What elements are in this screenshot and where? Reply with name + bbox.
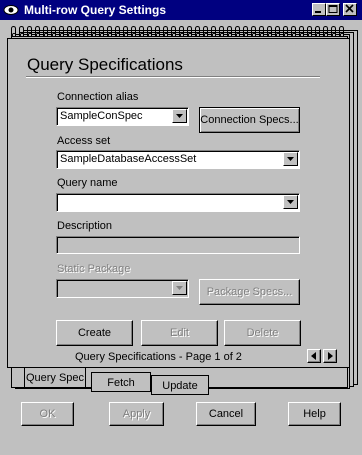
- connection-alias-label: Connection alias: [57, 91, 139, 103]
- access-set-value: SampleDatabaseAccessSet: [60, 153, 197, 165]
- window-title: Multi-row Query Settings: [24, 3, 167, 17]
- spiral-hole: [76, 33, 80, 37]
- connection-alias-dropdown[interactable]: SampleConSpec: [56, 107, 189, 126]
- arrow-right-icon: [328, 352, 333, 360]
- spiral-hole: [68, 33, 72, 37]
- spiral-hole: [124, 33, 128, 37]
- spiral-hole: [236, 33, 240, 37]
- spiral-hole: [292, 33, 296, 37]
- spiral-hole: [100, 33, 104, 37]
- static-package-dropdown: [56, 279, 189, 298]
- spiral-hole: [140, 33, 144, 37]
- close-button[interactable]: [343, 3, 357, 16]
- spiral-hole: [188, 33, 192, 37]
- page-indicator: Query Specifications - Page 1 of 2: [75, 351, 242, 363]
- create-button[interactable]: Create: [56, 320, 133, 346]
- connection-specs-button[interactable]: Connection Specs...: [199, 107, 300, 133]
- query-name-label: Query name: [57, 177, 118, 189]
- spiral-hole: [92, 33, 96, 37]
- spiral-hole: [156, 33, 160, 37]
- spiral-hole: [300, 33, 304, 37]
- spiral-hole: [164, 33, 168, 37]
- spiral-hole: [60, 33, 64, 37]
- heading-divider: [26, 76, 320, 78]
- apply-button: Apply: [109, 402, 164, 426]
- access-set-label: Access set: [57, 135, 111, 147]
- spiral-hole: [220, 33, 224, 37]
- spiral-hole: [52, 33, 56, 37]
- description-field: [56, 236, 300, 254]
- spiral-hole: [204, 33, 208, 37]
- tab-query-spec[interactable]: Query Spec: [24, 368, 86, 388]
- edit-button: Edit: [141, 320, 218, 346]
- chevron-down-icon[interactable]: [283, 195, 298, 209]
- spiral-hole: [172, 33, 176, 37]
- app-eye-icon[interactable]: [3, 2, 19, 18]
- spiral-hole: [20, 33, 24, 37]
- spiral-binding: [7, 26, 350, 40]
- access-set-dropdown[interactable]: SampleDatabaseAccessSet: [56, 150, 300, 169]
- spiral-hole: [148, 33, 152, 37]
- description-label: Description: [57, 220, 113, 232]
- title-bar: Multi-row Query Settings: [0, 0, 362, 20]
- minimize-button[interactable]: [312, 3, 326, 16]
- spiral-hole: [132, 33, 136, 37]
- previous-page-button[interactable]: [307, 349, 321, 363]
- spiral-hole: [308, 33, 312, 37]
- spiral-hole: [268, 33, 272, 37]
- spiral-hole: [108, 33, 112, 37]
- spiral-hole: [276, 33, 280, 37]
- spiral-hole: [12, 33, 16, 37]
- spiral-hole: [324, 33, 328, 37]
- spiral-hole: [316, 33, 320, 37]
- page-title: Query Specifications: [27, 55, 183, 74]
- spiral-hole: [244, 33, 248, 37]
- arrow-left-icon: [311, 352, 316, 360]
- spiral-hole: [196, 33, 200, 37]
- spiral-hole: [44, 33, 48, 37]
- tab-fetch[interactable]: Fetch: [91, 372, 151, 392]
- spiral-hole: [180, 33, 184, 37]
- chevron-down-icon: [172, 281, 187, 295]
- next-page-button[interactable]: [323, 349, 337, 363]
- query-name-dropdown[interactable]: [56, 193, 300, 212]
- spiral-hole: [260, 33, 264, 37]
- spiral-hole: [28, 33, 32, 37]
- chevron-down-icon[interactable]: [172, 109, 187, 123]
- chevron-down-icon[interactable]: [283, 152, 298, 166]
- spiral-hole: [36, 33, 40, 37]
- delete-button: Delete: [224, 320, 301, 346]
- cancel-button[interactable]: Cancel: [196, 402, 256, 426]
- spiral-hole: [340, 33, 344, 37]
- tab-update[interactable]: Update: [151, 375, 209, 395]
- help-button[interactable]: Help: [288, 402, 341, 426]
- connection-alias-value: SampleConSpec: [60, 110, 143, 122]
- spiral-hole: [284, 33, 288, 37]
- spiral-hole: [212, 33, 216, 37]
- spiral-hole: [116, 33, 120, 37]
- maximize-button[interactable]: [326, 3, 340, 16]
- spiral-hole: [252, 33, 256, 37]
- spiral-hole: [228, 33, 232, 37]
- static-package-label: Static Package: [57, 263, 131, 275]
- package-specs-button: Package Specs...: [199, 279, 300, 305]
- spiral-hole: [84, 33, 88, 37]
- spiral-hole: [332, 33, 336, 37]
- ok-button: OK: [21, 402, 74, 426]
